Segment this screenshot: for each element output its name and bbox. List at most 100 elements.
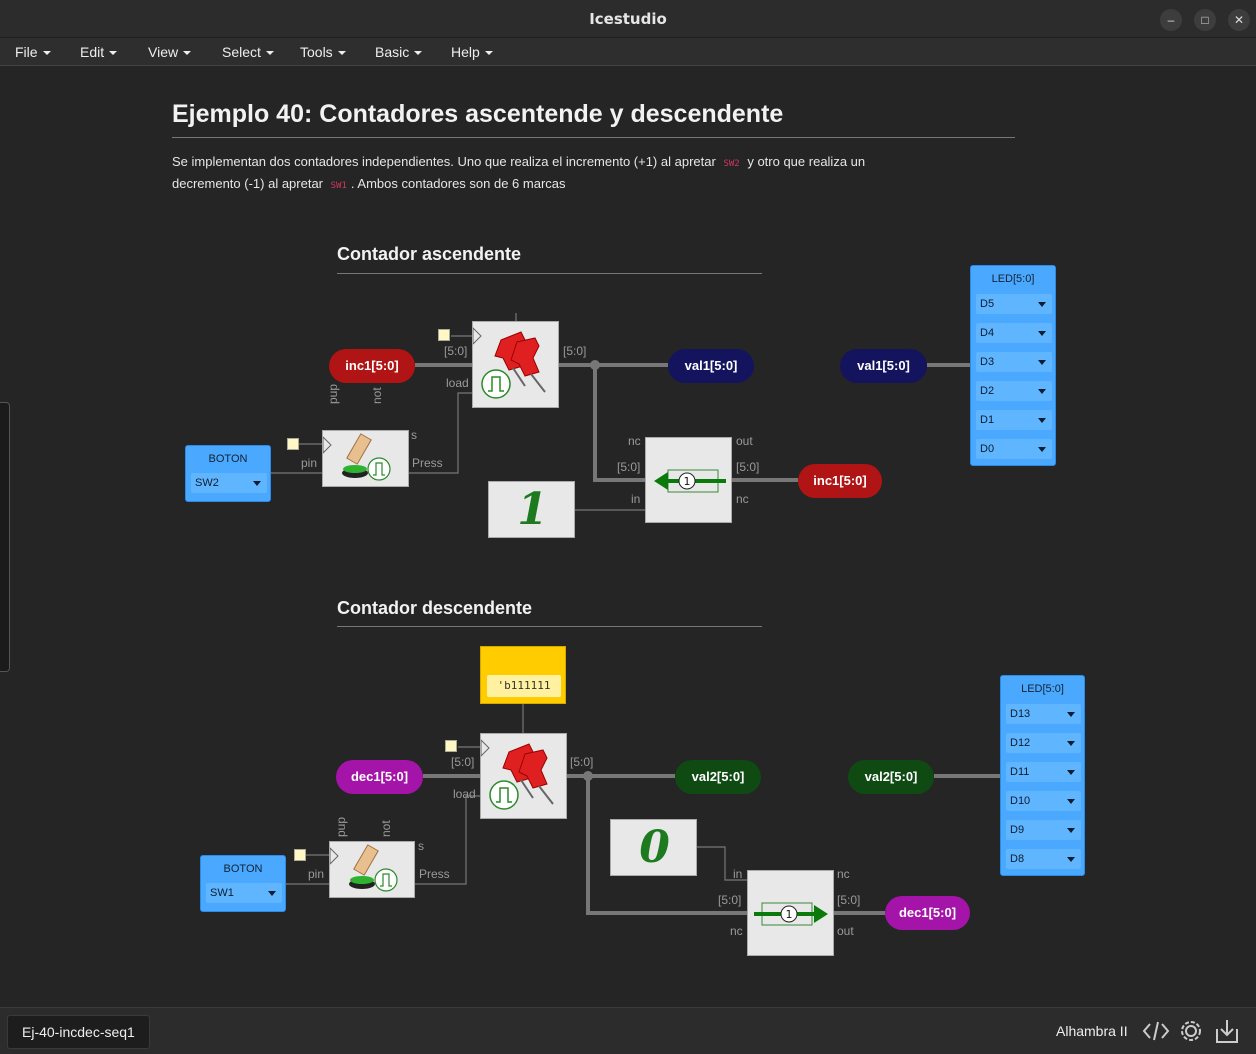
chevron-down-icon	[1067, 828, 1075, 833]
design-canvas[interactable]: Ejemplo 40: Contadores ascentende y desc…	[0, 67, 1256, 1007]
chevron-down-icon	[42, 51, 51, 56]
code-icon[interactable]	[1142, 1017, 1170, 1045]
port-label: [5:0]	[444, 344, 468, 358]
subtractor-mark: 1	[786, 908, 793, 921]
port-label: nc	[736, 492, 749, 506]
menu-edit[interactable]: Edit	[80, 44, 118, 60]
maximize-icon[interactable]: □	[1194, 9, 1216, 31]
register-block[interactable]	[472, 321, 559, 408]
pin-select[interactable]: D1	[976, 410, 1052, 430]
input-boton-sw2[interactable]: BOTON SW2	[185, 445, 271, 502]
led-title: LED[5:0]	[1021, 683, 1064, 695]
project-tab[interactable]: Ej-40-incdec-seq1	[7, 1015, 150, 1049]
pin-select[interactable]: D11	[1006, 762, 1081, 782]
port-label: s	[418, 839, 424, 853]
pin-select[interactable]: D13	[1006, 704, 1081, 724]
chevron-down-icon	[183, 51, 192, 56]
menu-bar: File Edit View Select Tools Basic Help	[0, 38, 1256, 66]
section-divider	[337, 273, 762, 274]
init-constant-block[interactable]: 'b111111	[480, 646, 566, 704]
adder-block[interactable]: 1	[645, 437, 732, 523]
port-label: not	[370, 387, 384, 404]
pin-select[interactable]: D10	[1006, 791, 1081, 811]
menu-tools[interactable]: Tools	[300, 44, 346, 60]
push-button-icon	[329, 844, 398, 892]
clock-marker	[287, 438, 299, 450]
port-label: [5:0]	[718, 893, 742, 907]
port-label: load	[453, 787, 476, 801]
port-label: [5:0]	[570, 755, 594, 769]
port-label: nc	[628, 434, 641, 448]
output-label-val1[interactable]: val1[5:0]	[668, 349, 754, 383]
register-block[interactable]	[480, 733, 567, 819]
constant-block-0[interactable]: 0	[610, 819, 697, 876]
pin-select[interactable]: D5	[976, 294, 1052, 314]
button-block[interactable]	[322, 430, 409, 487]
output-label-val2[interactable]: val2[5:0]	[675, 760, 761, 794]
port-label: [5:0]	[563, 344, 587, 358]
board-name[interactable]: Alhambra II	[1056, 1023, 1128, 1039]
constant-block-1[interactable]: 1	[488, 481, 575, 538]
output-label-inc1[interactable]: inc1[5:0]	[798, 464, 882, 498]
gear-icon[interactable]	[1177, 1017, 1205, 1045]
button-block[interactable]	[329, 841, 415, 898]
pin-select[interactable]: D4	[976, 323, 1052, 343]
pin-select[interactable]: D0	[976, 439, 1052, 459]
subtractor-block[interactable]: 1	[747, 870, 834, 956]
menu-basic[interactable]: Basic	[375, 44, 423, 60]
chevron-down-icon	[253, 481, 261, 486]
close-icon[interactable]: ✕	[1228, 9, 1250, 31]
pin-select[interactable]: SW1	[206, 883, 282, 903]
chevron-down-icon	[265, 51, 274, 56]
clock-marker	[294, 849, 306, 861]
pin-select[interactable]: D2	[976, 381, 1052, 401]
upload-to-board-icon[interactable]	[1213, 1017, 1241, 1045]
chevron-down-icon	[1038, 360, 1046, 365]
chevron-down-icon	[1067, 741, 1075, 746]
arrow-left-icon: 1	[654, 469, 726, 493]
page-title: Ejemplo 40: Contadores ascentende y desc…	[172, 100, 784, 128]
description-text: decremento (-1) al apretar	[172, 176, 324, 191]
input-label-val2[interactable]: val2[5:0]	[848, 760, 934, 794]
output-led-5-0[interactable]: LED[5:0] D13 D12 D11 D10 D9 D8	[1000, 675, 1085, 876]
minimize-icon[interactable]: –	[1160, 9, 1182, 31]
chevron-down-icon	[484, 51, 493, 56]
status-bar: Ej-40-incdec-seq1 Alhambra II	[0, 1007, 1256, 1054]
clock-marker	[438, 329, 450, 341]
port-label: [5:0]	[617, 460, 641, 474]
constant-value: 0	[639, 822, 670, 873]
port-label: load	[446, 376, 469, 390]
port-label: out	[837, 924, 854, 938]
constant-value: 1	[517, 484, 548, 535]
led-title: LED[5:0]	[991, 273, 1035, 285]
menu-help[interactable]: Help	[451, 44, 493, 60]
pin-select[interactable]: SW2	[191, 473, 267, 493]
input-label-inc1[interactable]: inc1[5:0]	[329, 349, 415, 383]
port-label: pup	[334, 816, 348, 837]
clock-marker	[445, 740, 457, 752]
chevron-down-icon	[1038, 447, 1046, 452]
menu-select[interactable]: Select	[222, 44, 274, 60]
input-boton-sw1[interactable]: BOTON SW1	[200, 855, 286, 912]
chevron-down-icon	[1067, 799, 1075, 804]
menu-view[interactable]: View	[148, 44, 192, 60]
port-label: pin	[308, 867, 325, 881]
window-title: Icestudio	[589, 10, 667, 28]
menu-file[interactable]: File	[15, 44, 51, 60]
output-led-5-0[interactable]: LED[5:0] D5 D4 D3 D2 D1 D0	[970, 265, 1056, 466]
output-label-dec1[interactable]: dec1[5:0]	[885, 896, 970, 930]
input-label-dec1[interactable]: dec1[5:0]	[336, 760, 423, 794]
port-label: Press	[419, 867, 450, 881]
port-label: not	[379, 820, 393, 837]
input-label-val1[interactable]: val1[5:0]	[840, 349, 927, 383]
chevron-down-icon	[109, 51, 118, 56]
title-divider	[172, 137, 1015, 138]
section-title-ascendente: Contador ascendente	[337, 244, 522, 264]
pin-select[interactable]: D12	[1006, 733, 1081, 753]
pin-select[interactable]: D3	[976, 352, 1052, 372]
pin-select[interactable]: D8	[1006, 849, 1081, 869]
init-value-field[interactable]: 'b111111	[487, 675, 561, 697]
collections-sidebar[interactable]	[0, 402, 10, 672]
pin-select[interactable]: D9	[1006, 820, 1081, 840]
description-text: Se implementan dos contadores independie…	[172, 154, 716, 169]
